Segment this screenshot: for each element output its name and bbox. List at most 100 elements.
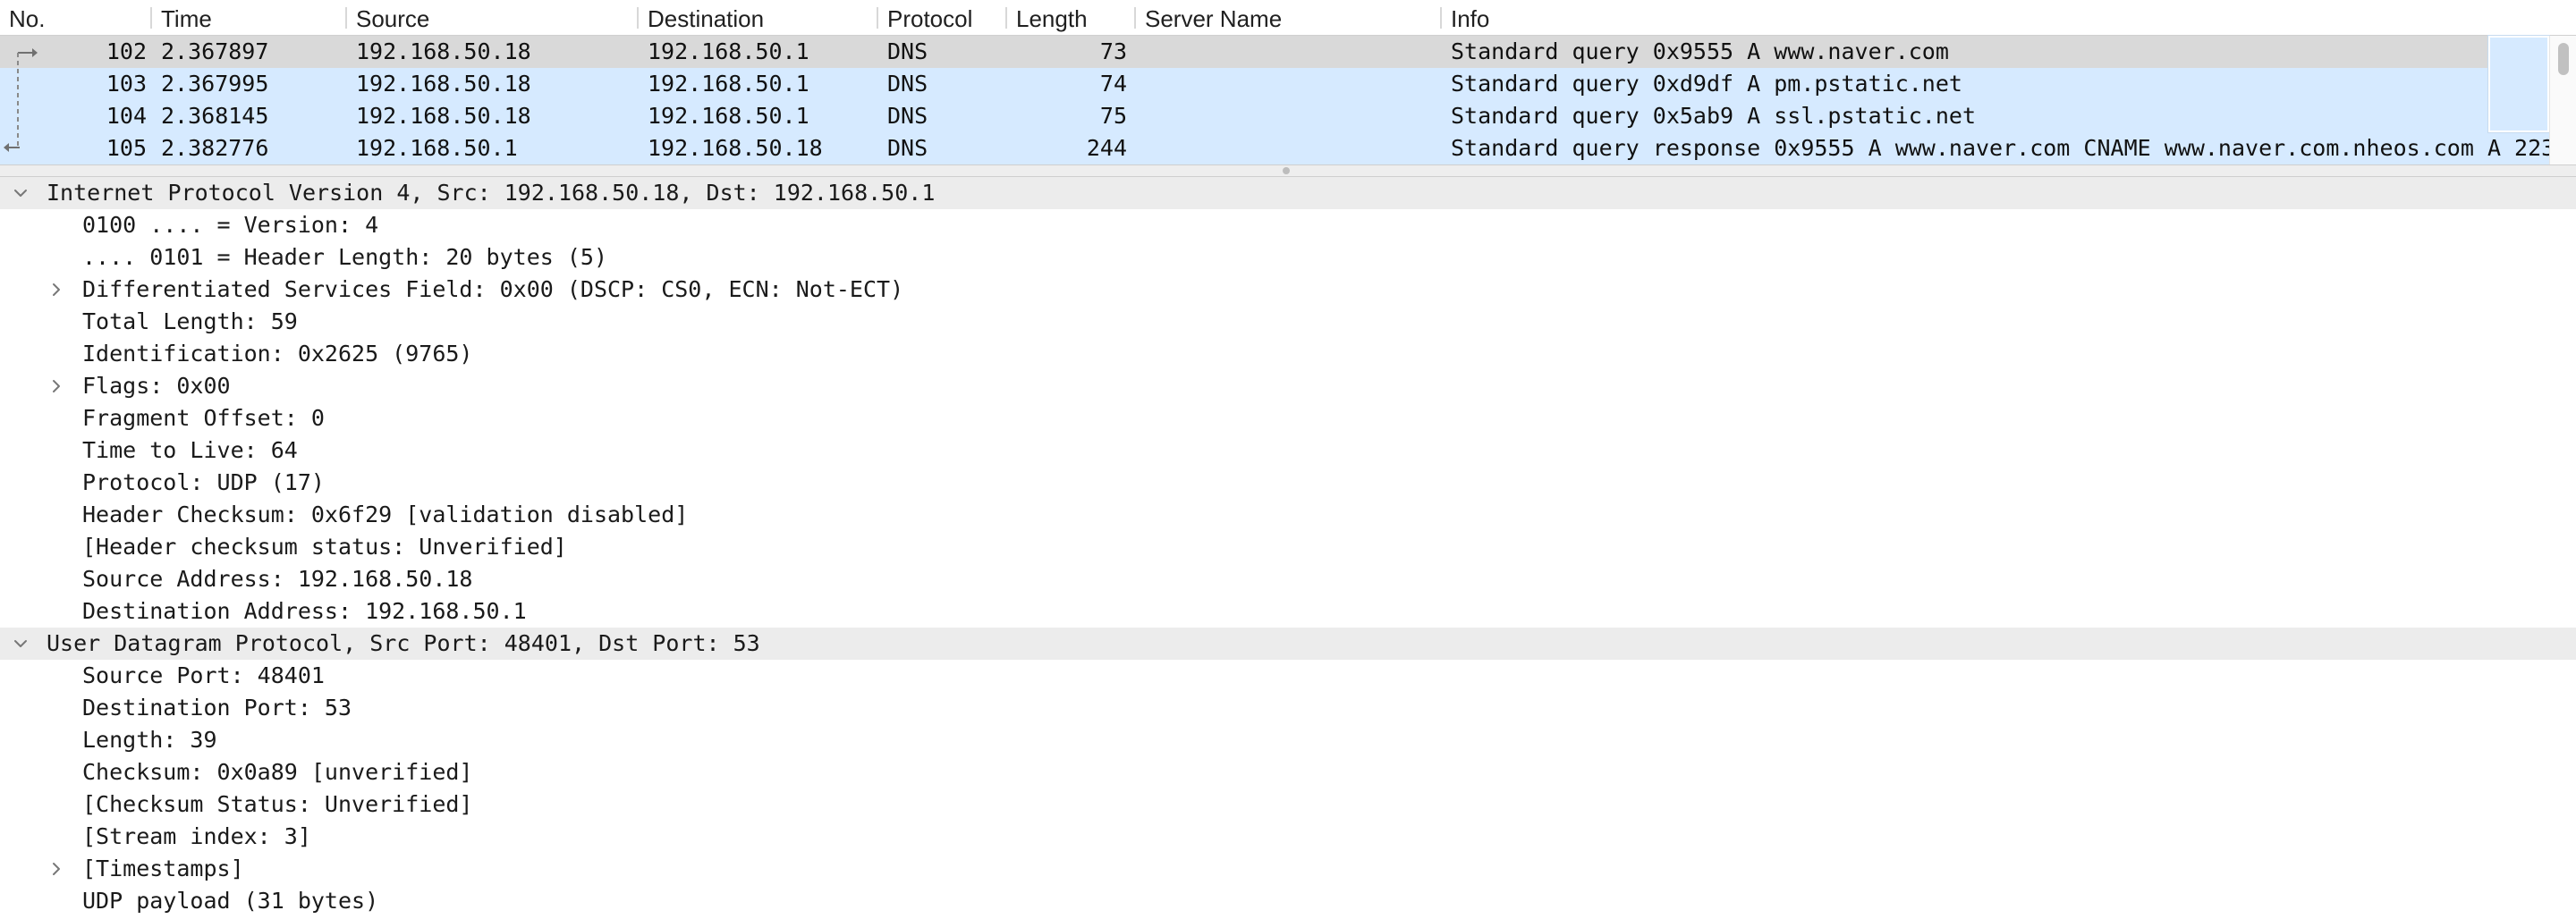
cell-source: 192.168.50.18: [356, 38, 531, 64]
tree-field[interactable]: 0100 .... = Version: 4: [0, 209, 2576, 241]
tree-item-label: Identification: 0x2625 (9765): [82, 341, 473, 367]
tree-item-label: .... 0101 = Header Length: 20 bytes (5): [82, 244, 607, 270]
cell-destination: 192.168.50.1: [648, 103, 809, 129]
tree-item-label: Source Port: 48401: [82, 662, 325, 688]
splitter-grip-icon[interactable]: [1283, 167, 1290, 174]
cell-info: Standard query response 0x9555 A www.nav…: [1451, 135, 2549, 161]
chevron-right-icon[interactable]: [43, 370, 70, 402]
tree-item-label: 0100 .... = Version: 4: [82, 212, 379, 238]
tree-item-label: Destination Port: 53: [82, 695, 352, 721]
cell-destination: 192.168.50.1: [648, 38, 809, 64]
cell-no: 102: [106, 38, 147, 64]
cell-time: 2.382776: [161, 135, 269, 161]
chevron-right-icon[interactable]: [43, 853, 70, 885]
cell-protocol: DNS: [887, 103, 928, 129]
cell-info: Standard query 0x5ab9 A ssl.pstatic.net: [1451, 103, 1976, 129]
tree-field[interactable]: UDP payload (31 bytes): [0, 885, 2576, 917]
cell-source: 192.168.50.18: [356, 71, 531, 97]
packet-list-pane: No. Time Source Destination Protocol Len…: [0, 0, 2576, 164]
packet-row[interactable]: 104 2.368145 192.168.50.18 192.168.50.1 DNS 7…: [0, 100, 2549, 132]
packet-row[interactable]: 102 2.367897 192.168.50.18 192.168.50.1 DNS 7…: [0, 36, 2549, 68]
cell-no: 105: [106, 135, 147, 161]
tree-field[interactable]: Differentiated Services Field: 0x00 (DSC…: [0, 274, 2576, 306]
cell-length: 75: [1099, 103, 1127, 129]
tree-field[interactable]: Flags: 0x00: [0, 370, 2576, 402]
cell-server-name: [1145, 132, 1436, 164]
cell-server-name: [1145, 100, 1436, 132]
tree-item-label: Time to Live: 64: [82, 437, 298, 463]
tree-field[interactable]: [Stream index: 3]: [0, 821, 2576, 853]
tree-field[interactable]: [Header checksum status: Unverified]: [0, 531, 2576, 563]
tree-field[interactable]: .... 0101 = Header Length: 20 bytes (5): [0, 241, 2576, 274]
tree-field[interactable]: [Timestamps]: [0, 853, 2576, 885]
cell-protocol: DNS: [887, 71, 928, 97]
packet-list-scrollbar[interactable]: [2549, 36, 2576, 164]
tree-field[interactable]: Identification: 0x2625 (9765): [0, 338, 2576, 370]
packet-list-column-header: No. Time Source Destination Protocol Len…: [0, 0, 2576, 36]
cell-length: 73: [1099, 38, 1127, 64]
cell-info: Standard query 0x9555 A www.naver.com: [1451, 38, 1949, 64]
scrollbar-thumb[interactable]: [2558, 43, 2569, 75]
tree-item-label: Checksum: 0x0a89 [unverified]: [82, 759, 473, 785]
tree-item-label: Flags: 0x00: [82, 373, 231, 399]
cell-protocol: DNS: [887, 135, 928, 161]
cell-length: 244: [1086, 135, 1127, 161]
tree-section-header[interactable]: Internet Protocol Version 4, Src: 192.16…: [0, 177, 2576, 209]
column-header-destination[interactable]: Destination: [639, 0, 878, 36]
chevron-down-icon[interactable]: [7, 628, 34, 660]
cell-source: 192.168.50.1: [356, 135, 518, 161]
packet-minimap[interactable]: [2487, 35, 2550, 133]
tree-field[interactable]: Header Checksum: 0x6f29 [validation disa…: [0, 499, 2576, 531]
cell-source: 192.168.50.18: [356, 103, 531, 129]
cell-length: 74: [1099, 71, 1127, 97]
cell-time: 2.367995: [161, 71, 269, 97]
tree-item-label: Internet Protocol Version 4, Src: 192.16…: [47, 180, 936, 206]
tree-field[interactable]: Time to Live: 64: [0, 434, 2576, 467]
tree-field[interactable]: Fragment Offset: 0: [0, 402, 2576, 434]
tree-item-label: [Stream index: 3]: [82, 823, 311, 849]
packet-details-pane: Internet Protocol Version 4, Src: 192.16…: [0, 177, 2576, 919]
wireshark-window: No. Time Source Destination Protocol Len…: [0, 0, 2576, 919]
tree-field[interactable]: Destination Address: 192.168.50.1: [0, 595, 2576, 628]
pane-splitter[interactable]: [0, 164, 2576, 177]
cell-destination: 192.168.50.18: [648, 135, 823, 161]
tree-field[interactable]: Source Port: 48401: [0, 660, 2576, 692]
tree-field[interactable]: Length: 39: [0, 724, 2576, 756]
tree-field[interactable]: Source Address: 192.168.50.18: [0, 563, 2576, 595]
cell-time: 2.368145: [161, 103, 269, 129]
chevron-right-icon[interactable]: [43, 274, 70, 306]
packet-row[interactable]: 103 2.367995 192.168.50.18 192.168.50.1 DNS 7…: [0, 68, 2549, 100]
tree-section-header[interactable]: User Datagram Protocol, Src Port: 48401,…: [0, 628, 2576, 660]
cell-protocol: DNS: [887, 38, 928, 64]
cell-info: Standard query 0xd9df A pm.pstatic.net: [1451, 71, 1962, 97]
tree-item-label: Destination Address: 192.168.50.1: [82, 598, 527, 624]
tree-item-label: Fragment Offset: 0: [82, 405, 325, 431]
tree-item-label: Total Length: 59: [82, 308, 298, 334]
tree-field[interactable]: [Checksum Status: Unverified]: [0, 788, 2576, 821]
packet-row[interactable]: 105 2.382776 192.168.50.1 192.168.50.18 DNS 2…: [0, 132, 2549, 164]
tree-field[interactable]: Destination Port: 53: [0, 692, 2576, 724]
tree-item-label: Header Checksum: 0x6f29 [validation disa…: [82, 502, 689, 527]
tree-item-label: UDP payload (31 bytes): [82, 888, 379, 914]
tree-field[interactable]: Protocol: UDP (17): [0, 467, 2576, 499]
column-header-length[interactable]: Length: [1007, 0, 1136, 36]
tree-item-label: Differentiated Services Field: 0x00 (DSC…: [82, 276, 904, 302]
column-header-time[interactable]: Time: [152, 0, 347, 36]
cell-server-name: [1145, 68, 1436, 100]
column-header-protocol[interactable]: Protocol: [878, 0, 1007, 36]
cell-no: 103: [106, 71, 147, 97]
column-header-no[interactable]: No.: [0, 0, 152, 36]
column-header-server-name[interactable]: Server Name: [1136, 0, 1442, 36]
tree-field[interactable]: Checksum: 0x0a89 [unverified]: [0, 756, 2576, 788]
tree-item-label: [Timestamps]: [82, 856, 244, 881]
tree-item-label: [Checksum Status: Unverified]: [82, 791, 473, 817]
cell-time: 2.367897: [161, 38, 269, 64]
chevron-down-icon[interactable]: [7, 177, 34, 209]
related-packet-arrows-icon: [4, 48, 38, 152]
cell-server-name: [1145, 36, 1436, 68]
column-header-info[interactable]: Info: [1442, 0, 2549, 36]
tree-item-label: User Datagram Protocol, Src Port: 48401,…: [47, 630, 760, 656]
column-header-source[interactable]: Source: [347, 0, 639, 36]
cell-no: 104: [106, 103, 147, 129]
tree-field[interactable]: Total Length: 59: [0, 306, 2576, 338]
